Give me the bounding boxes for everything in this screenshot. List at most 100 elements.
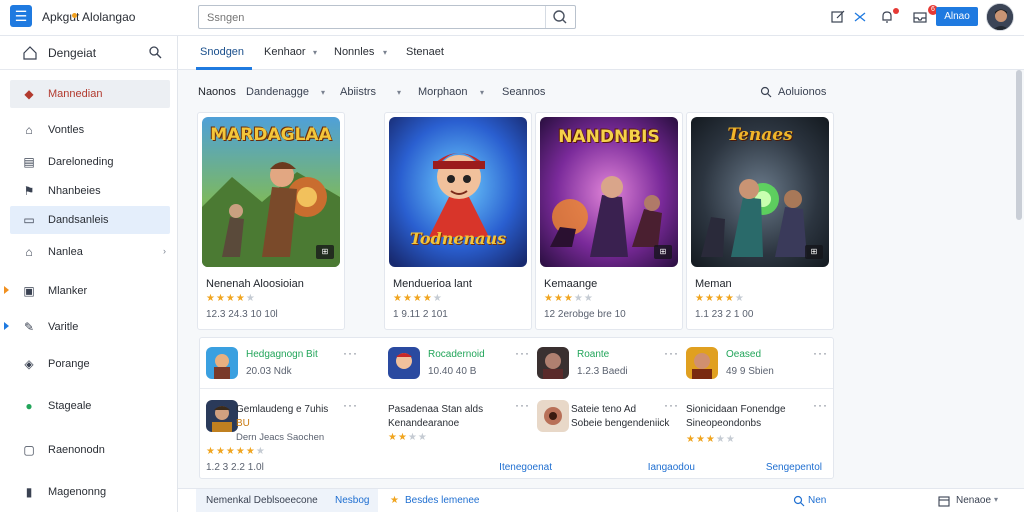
sidebar-item-label: Vontles	[48, 124, 85, 136]
sidebar-item-label: Porange	[48, 358, 90, 370]
chevron-down-icon[interactable]: ▾	[313, 48, 317, 57]
chevron-right-icon[interactable]: ›	[163, 246, 166, 256]
list-item-title: Rocadernoid	[428, 349, 485, 360]
active-tab-indicator	[196, 67, 252, 70]
more-options-icon[interactable]: ···	[343, 398, 358, 412]
filter-seannos[interactable]: Seannos	[502, 86, 545, 98]
list-item[interactable]: Hedgagnogn Bit 20.03 Ndk ···	[200, 342, 357, 386]
game-icon	[686, 347, 718, 379]
list-item[interactable]: Sionicidaan Fonendge Sineopeondonbs ★★★★…	[680, 392, 830, 476]
more-options-icon[interactable]: ···	[515, 398, 530, 412]
sidebar-item-varitle[interactable]: ✎ Varitle	[4, 313, 170, 341]
divider	[200, 388, 833, 389]
primary-action-button[interactable]: Alnao	[936, 7, 978, 26]
vertical-scrollbar[interactable]	[1016, 70, 1022, 220]
list-item[interactable]: Roante 1.2.3 Baedi ···	[531, 342, 681, 386]
menu-icon[interactable]: ☰	[10, 5, 32, 27]
rating-stars: ★★★★★	[206, 293, 256, 304]
calendar-icon[interactable]	[938, 495, 950, 507]
footer-center-link[interactable]: Besdes lemenee	[405, 495, 480, 506]
game-name[interactable]: Meman	[695, 278, 732, 290]
more-options-icon[interactable]: ···	[343, 346, 358, 360]
more-options-icon[interactable]: ···	[664, 398, 679, 412]
search-button[interactable]	[545, 6, 575, 28]
filter-naonos[interactable]: Naonos	[198, 86, 236, 98]
list-item-subtitle: 1.2.3 Baedi	[577, 366, 628, 377]
list-item[interactable]: Rocadernoid 10.40 40 B ···	[382, 342, 532, 386]
footer-right-link[interactable]: Nen	[808, 495, 826, 506]
rating-stars: ★★★★★	[544, 293, 594, 304]
sidebar-item-label: Varitle	[48, 321, 79, 333]
sidebar-item-nanlea[interactable]: ⌂ Nanlea ›	[10, 238, 170, 266]
sidebar-item-dandsanleis[interactable]: ▭ Dandsanleis	[10, 206, 170, 234]
more-options-icon[interactable]: ···	[813, 398, 828, 412]
sidebar-item-label: Magenonng	[48, 486, 107, 498]
filter-abiistrs[interactable]: Abiistrs	[340, 86, 376, 98]
filter-dandenagge[interactable]: Dandenagge	[246, 86, 309, 98]
footer-left-link[interactable]: Nesbog	[335, 495, 369, 506]
sidebar-item-porange[interactable]: ◈ Porange	[10, 350, 170, 378]
more-options-icon[interactable]: ···	[664, 346, 679, 360]
sidebar-item-mannedian[interactable]: ◆ Mannedian	[10, 80, 170, 108]
tab-snodgen[interactable]: Snodgen	[200, 46, 244, 58]
featured-card[interactable]: MARDAGLAA ⊞ Nenenah Aloosioian ★★★★★ 12.…	[197, 112, 345, 330]
tab-kenhaor[interactable]: Kenhaor	[264, 46, 306, 58]
list-item[interactable]: Sateie teno Ad Sobeie bengendeniick ··· …	[531, 392, 695, 476]
tab-nonnles[interactable]: Nonnles	[334, 46, 374, 58]
platform-icon: ⊞	[654, 245, 672, 259]
list-item[interactable]: Oeased 49 9 Sbien ···	[680, 342, 830, 386]
main-content: Snodgen Kenhaor ▾ Nonnles ▾ Stenaet Naon…	[178, 36, 1024, 512]
sidebar-item-magenonng[interactable]: ▮ Magenonng	[10, 478, 170, 506]
sidebar-item-dareloneding[interactable]: ▤ Dareloneding	[10, 148, 170, 176]
sidebar-item-vontles[interactable]: ⌂ Vontles	[10, 116, 170, 144]
chevron-down-icon[interactable]: ▾	[994, 495, 998, 504]
game-name[interactable]: Menduerioa lant	[393, 278, 472, 290]
more-options-icon[interactable]: ···	[515, 346, 530, 360]
game-meta: 1 9.11 2 101	[393, 309, 448, 320]
more-options-icon[interactable]: ···	[813, 346, 828, 360]
sidebar-item-label: Stageale	[48, 400, 92, 412]
list-item-title: Hedgagnogn Bit	[246, 349, 318, 360]
sidebar-item-stageale[interactable]: ● Stageale	[10, 392, 170, 420]
game-icon	[537, 347, 569, 379]
sidebar-search-icon[interactable]	[148, 45, 162, 59]
edit-icon[interactable]	[830, 9, 846, 25]
game-artwork: NANDNBIS ⊞	[540, 117, 678, 267]
chevron-down-icon[interactable]: ▾	[383, 48, 387, 57]
list-item-subtitle: 20.03 Ndk	[246, 366, 292, 377]
filter-morphaon[interactable]: Morphaon	[418, 86, 468, 98]
search-icon[interactable]	[793, 495, 805, 507]
filter-options-link[interactable]: Aoluionos	[778, 86, 826, 98]
game-title-art: NANDNBIS	[558, 127, 660, 147]
tab-stenaet[interactable]: Stenaet	[406, 46, 444, 58]
avatar[interactable]	[986, 3, 1014, 31]
search-box[interactable]	[198, 5, 576, 29]
tab-bar: Snodgen Kenhaor ▾ Nonnles ▾ Stenaet	[178, 36, 1024, 70]
chevron-down-icon[interactable]: ▾	[321, 88, 325, 97]
title-dot-icon	[72, 13, 77, 18]
list-item[interactable]: Pasadenaa Stan alds Kenandearanoe ★★★★ ·…	[382, 392, 552, 476]
sidebar-item-nhanbeies[interactable]: ⚑ Nhanbeies	[10, 177, 170, 205]
game-name[interactable]: Kemaange	[544, 278, 597, 290]
featured-card[interactable]: Tenaes ⊞ Meman ★★★★★ 1.1 23 2 1 00	[686, 112, 834, 330]
expand-arrow-icon[interactable]	[4, 286, 9, 294]
chevron-down-icon[interactable]: ▾	[480, 88, 484, 97]
game-name[interactable]: Nenenah Aloosioian	[206, 278, 304, 290]
footer-left-text: Nemenkal Deblsoeecone	[206, 495, 318, 506]
game-list-panel: Hedgagnogn Bit 20.03 Ndk ··· Rocadernoid…	[199, 337, 834, 479]
featured-card[interactable]: Todnenaus Menduerioa lant ★★★★★ 1 9.11 2…	[384, 112, 532, 330]
game-title-art: Tenaes	[727, 125, 793, 145]
game-meta: 12.3 24.3 10 10l	[206, 309, 278, 320]
sidebar-item-mlanker[interactable]: ▣ Mlanker	[4, 277, 170, 305]
list-item[interactable]: Gemlaudeng e 7uhis BU Dern Jeacs Saochen…	[200, 392, 357, 476]
search-icon[interactable]	[760, 86, 772, 98]
shuffle-icon[interactable]	[852, 9, 868, 25]
list-item-link[interactable]: Sengepentol	[766, 462, 822, 473]
search-input[interactable]	[207, 10, 537, 25]
featured-card[interactable]: NANDNBIS ⊞ Kemaange ★★★★★ 12 2erobge bre…	[535, 112, 683, 330]
inbox-icon[interactable]	[912, 9, 928, 25]
expand-arrow-icon[interactable]	[4, 322, 9, 330]
home-icon[interactable]	[22, 45, 38, 61]
chevron-down-icon[interactable]: ▾	[397, 88, 401, 97]
sidebar-item-raenonodn[interactable]: ▢ Raenonodn	[10, 436, 170, 464]
